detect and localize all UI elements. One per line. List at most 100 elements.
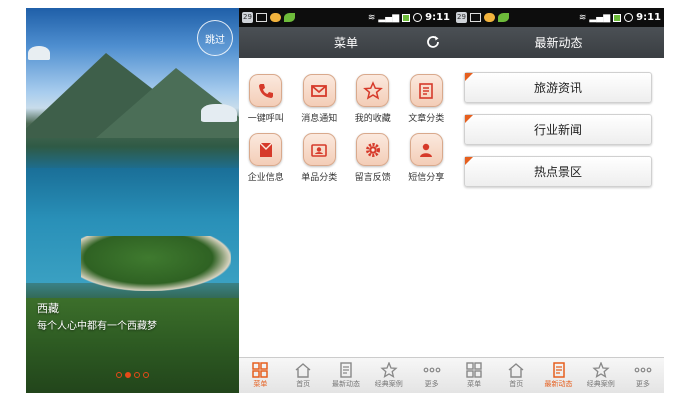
- star-icon: [380, 362, 398, 378]
- page-dot[interactable]: [116, 372, 122, 378]
- signal-icon: ▂▄▆: [378, 12, 400, 23]
- document-icon: [419, 82, 434, 99]
- tab-label: 首页: [296, 380, 311, 388]
- island-shape: [81, 236, 231, 291]
- gear-icon: [365, 142, 380, 157]
- news-category-button[interactable]: 行业新闻: [464, 114, 652, 145]
- corner-marker: [465, 115, 473, 123]
- tab-label: 经典案例: [374, 380, 403, 388]
- status-time: 9:11: [425, 12, 450, 23]
- home-icon: [295, 363, 311, 378]
- page-dot[interactable]: [143, 372, 149, 378]
- skip-button[interactable]: 跳过: [197, 20, 233, 56]
- tab-cases[interactable]: 经典案例: [367, 358, 410, 393]
- title-bar: 最新动态: [453, 27, 664, 58]
- envelope-icon: [259, 142, 273, 157]
- tab-label: 最新动态: [544, 380, 573, 388]
- tab-more[interactable]: 更多: [622, 358, 664, 393]
- more-icon: [634, 367, 652, 373]
- news-icon: [552, 362, 565, 378]
- menu-item-notifications[interactable]: 消息通知: [293, 74, 347, 124]
- phone-icon: [258, 83, 273, 98]
- menu-screen: 29 ≋ ▂▄▆ 9:11 菜单 一键呼叫 消息通知 我的收藏 文章分类 企业信…: [239, 8, 453, 393]
- tab-label: 更多: [635, 380, 650, 388]
- menu-tile[interactable]: [302, 133, 336, 166]
- mail-icon: [311, 84, 328, 97]
- card-icon: [311, 143, 328, 157]
- snow-peak: [201, 104, 237, 122]
- page-dot[interactable]: [134, 372, 140, 378]
- menu-item-products[interactable]: 单品分类: [293, 133, 347, 183]
- menu-tile[interactable]: [356, 74, 390, 107]
- news-category-label: 旅游资讯: [533, 81, 582, 95]
- tab-menu[interactable]: 菜单: [453, 358, 495, 393]
- tab-home[interactable]: 首页: [495, 358, 537, 393]
- wifi-icon: ≋: [578, 12, 587, 23]
- tab-label: 首页: [509, 380, 524, 388]
- menu-tile[interactable]: [409, 133, 443, 166]
- wifi-icon: ≋: [367, 12, 376, 23]
- menu-item-sms-share[interactable]: 短信分享: [400, 133, 454, 183]
- tab-label: 最新动态: [331, 380, 360, 388]
- person-icon: [420, 143, 433, 157]
- menu-item-label: 短信分享: [408, 173, 445, 183]
- more-icon: [423, 367, 440, 373]
- page-dot-active[interactable]: [125, 372, 131, 378]
- tab-label: 菜单: [467, 380, 482, 388]
- star-icon: [592, 362, 610, 378]
- alarm-icon: [624, 13, 634, 22]
- corner-marker: [465, 73, 473, 81]
- status-bar: 29 ≋ ▂▄▆ 9:11: [239, 8, 453, 27]
- weather-icon: [269, 13, 281, 22]
- tab-cases[interactable]: 经典案例: [580, 358, 622, 393]
- news-category-button[interactable]: 旅游资讯: [464, 72, 652, 103]
- news-category-button[interactable]: 热点景区: [464, 156, 652, 187]
- tab-more[interactable]: 更多: [410, 358, 453, 393]
- home-icon: [508, 363, 524, 378]
- menu-item-call[interactable]: 一键呼叫: [239, 74, 293, 124]
- menu-tile[interactable]: [302, 74, 336, 107]
- news-category-label: 热点景区: [533, 165, 582, 179]
- alarm-icon: [413, 13, 423, 22]
- weather-icon: [483, 13, 495, 22]
- splash-subtitle: 每个人心中都有一个西藏梦: [37, 321, 157, 332]
- bottom-tab-bar: 菜单 首页 最新动态 经典案例 更多: [239, 357, 453, 393]
- menu-tile[interactable]: [249, 133, 283, 166]
- tab-news[interactable]: 最新动态: [325, 358, 368, 393]
- page-title: 菜单: [333, 36, 358, 50]
- menu-item-company[interactable]: 企业信息: [239, 133, 293, 183]
- tab-home[interactable]: 首页: [282, 358, 325, 393]
- snow-peak: [28, 46, 50, 60]
- news-category-label: 行业新闻: [533, 123, 582, 137]
- app-status-icon: [283, 13, 295, 22]
- menu-item-label: 消息通知: [301, 114, 338, 124]
- menu-tile[interactable]: [356, 133, 390, 166]
- notification-badge: 29: [456, 12, 467, 23]
- menu-item-label: 文章分类: [408, 114, 445, 124]
- menu-item-favorites[interactable]: 我的收藏: [346, 74, 400, 124]
- bottom-tab-bar: 菜单 首页 最新动态 经典案例 更多: [453, 357, 664, 393]
- menu-item-label: 单品分类: [301, 173, 338, 183]
- menu-tile[interactable]: [409, 74, 443, 107]
- star-icon: [362, 80, 383, 100]
- menu-item-categories[interactable]: 文章分类: [400, 74, 454, 124]
- refresh-icon[interactable]: [425, 34, 441, 50]
- corner-marker: [465, 157, 473, 165]
- battery-icon: [613, 13, 622, 22]
- grid-icon: [466, 362, 482, 378]
- tab-news[interactable]: 最新动态: [537, 358, 579, 393]
- menu-grid: 一键呼叫 消息通知 我的收藏 文章分类 企业信息 单品分类 留言反馈 短信分享: [239, 74, 453, 183]
- menu-item-feedback[interactable]: 留言反馈: [346, 133, 400, 183]
- news-screen: 29 ≋ ▂▄▆ 9:11 最新动态 旅游资讯 行业新闻 热点景区 菜单 首页 …: [453, 8, 664, 393]
- title-bar: 菜单: [239, 27, 453, 58]
- news-category-list: 旅游资讯 行业新闻 热点景区: [464, 72, 652, 198]
- tab-menu[interactable]: 菜单: [239, 358, 282, 393]
- page-title: 最新动态: [534, 36, 583, 50]
- news-icon: [340, 362, 352, 378]
- status-bar: 29 ≋ ▂▄▆ 9:11: [453, 8, 664, 27]
- menu-tile[interactable]: [249, 74, 283, 107]
- mail-status-icon: [469, 13, 481, 22]
- app-status-icon: [497, 13, 509, 22]
- tab-label: 菜单: [253, 380, 268, 388]
- tab-label: 更多: [424, 380, 439, 388]
